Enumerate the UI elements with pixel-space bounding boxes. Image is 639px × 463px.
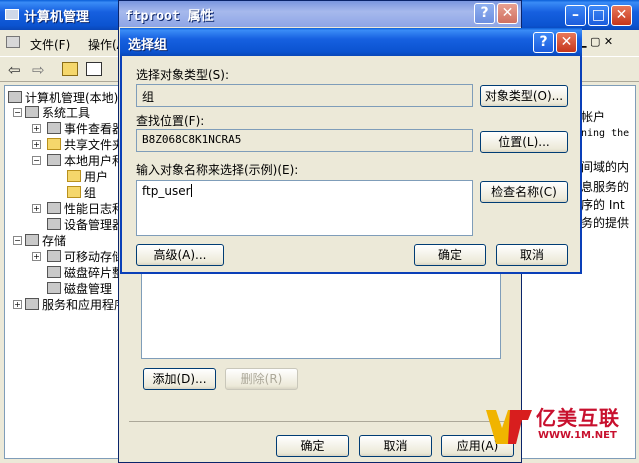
back-icon[interactable]: ⇦	[8, 61, 21, 79]
folder-icon	[67, 186, 81, 198]
right-text-line: 息服务的	[581, 180, 630, 194]
main-title: 计算机管理	[24, 10, 90, 25]
add-button[interactable]: 添加(D)...	[143, 368, 216, 390]
tree-system-tools[interactable]: 系统工具	[25, 104, 90, 121]
maximize-button[interactable]: □	[588, 5, 609, 26]
close-button[interactable]: ✕	[556, 32, 577, 53]
properties-cancel-button[interactable]: 取消	[359, 435, 432, 457]
tree-event-viewer-label: 事件查看器	[64, 122, 125, 136]
enter-names-label: 输入对象名称来选择(示例)(E):	[136, 163, 299, 177]
help-button[interactable]: ?	[474, 3, 495, 24]
expand-icon[interactable]: +	[32, 252, 41, 261]
tree-users-label: 用户	[84, 170, 109, 184]
system-menu-icon[interactable]	[6, 36, 20, 48]
tree-removable-label: 可移动存储	[64, 250, 125, 264]
collapse-icon[interactable]: −	[32, 156, 41, 165]
close-button[interactable]: ✕	[611, 5, 632, 26]
right-text-line: 帐户	[581, 110, 606, 124]
expand-icon[interactable]: +	[32, 140, 41, 149]
select-groups-dialog: 选择组 ? ✕ 选择对象类型(S): 组 对象类型(O)... 查找位置(F):…	[120, 28, 582, 274]
location-label: 查找位置(F):	[136, 114, 205, 128]
tree-disk-mgmt[interactable]: 磁盘管理	[47, 280, 112, 297]
tree-device-manager[interactable]: 设备管理器	[47, 216, 124, 233]
users-icon	[47, 154, 61, 166]
disk-icon	[47, 282, 61, 294]
perf-logs-icon	[47, 202, 61, 214]
tree-pane: 计算机管理(本地) − 系统工具 + 事件查看器 + 共享文件夹 − 本地用户和…	[4, 85, 132, 459]
remove-button[interactable]: 删除(R)	[225, 368, 298, 390]
forward-icon[interactable]: ⇨	[32, 61, 45, 79]
tree-shared-folders-label: 共享文件夹	[64, 138, 125, 152]
computer-icon	[8, 91, 22, 103]
tree-groups[interactable]: 组	[67, 184, 96, 201]
services-icon	[25, 298, 39, 310]
folder-icon	[67, 170, 81, 182]
advanced-button[interactable]: 高级(A)...	[136, 244, 224, 266]
tree-users[interactable]: 用户	[67, 168, 108, 185]
right-text-line: 间域的内	[581, 160, 630, 174]
locations-button[interactable]: 位置(L)...	[480, 131, 568, 153]
object-types-button[interactable]: 对象类型(O)...	[480, 85, 568, 107]
watermark-brand: 亿美互联	[536, 406, 620, 430]
tree-root-label: 计算机管理(本地)	[25, 91, 119, 105]
right-text-line: 务的提供	[581, 216, 630, 230]
tree-shared-folders[interactable]: 共享文件夹	[47, 136, 124, 153]
dialog-cancel-button[interactable]: 取消	[496, 244, 568, 266]
tree-event-viewer[interactable]: 事件查看器	[47, 120, 124, 137]
expand-icon[interactable]: +	[32, 204, 41, 213]
tree-disk-mgmt-label: 磁盘管理	[64, 282, 113, 296]
computer-icon	[5, 9, 19, 20]
tree-services[interactable]: 服务和应用程序	[25, 296, 126, 313]
show-tree-icon[interactable]	[86, 62, 102, 76]
location-field: B8Z068C8K1NCRA5	[136, 129, 473, 152]
collapse-icon[interactable]: −	[13, 108, 22, 117]
defrag-icon	[47, 266, 61, 278]
up-folder-icon[interactable]	[62, 62, 78, 76]
watermark-url: WWW.1M.NET	[538, 430, 617, 441]
tree-groups-label: 组	[84, 186, 97, 200]
members-list[interactable]	[141, 271, 501, 359]
shared-folder-icon	[47, 138, 61, 150]
object-names-input[interactable]: ftp_user	[136, 180, 473, 236]
object-type-label: 选择对象类型(S):	[136, 68, 230, 82]
mdi-controls[interactable]: ▁ ▢ ✕	[578, 35, 613, 48]
removable-storage-icon	[47, 250, 61, 262]
properties-ok-button[interactable]: 确定	[276, 435, 349, 457]
collapse-icon[interactable]: −	[13, 236, 22, 245]
watermark-logo-icon	[486, 410, 532, 444]
tree-removable[interactable]: 可移动存储	[47, 248, 124, 265]
text-cursor	[190, 184, 192, 197]
storage-icon	[25, 234, 39, 246]
check-names-button[interactable]: 检查名称(C)	[480, 181, 568, 203]
tree-device-manager-label: 设备管理器	[64, 218, 125, 232]
help-button[interactable]: ?	[533, 32, 554, 53]
tools-icon	[25, 106, 39, 118]
tree-system-tools-label: 系统工具	[42, 106, 91, 120]
tree-services-label: 服务和应用程序	[42, 298, 127, 312]
menu-file[interactable]: 文件(F)	[30, 36, 70, 53]
object-type-field: 组	[136, 84, 473, 107]
properties-title: ftproot 属性	[125, 9, 214, 24]
right-text-line: ning the	[581, 128, 630, 139]
object-names-text: ftp_user	[142, 184, 191, 198]
right-text-line: 序的 Int	[581, 198, 625, 212]
dialog-ok-button[interactable]: 确定	[414, 244, 486, 266]
close-button[interactable]: ✕	[497, 3, 518, 24]
tree-storage[interactable]: 存储	[25, 232, 66, 249]
minimize-button[interactable]: –	[565, 5, 586, 26]
dialog-title: 选择组	[128, 38, 168, 53]
properties-divider	[129, 421, 511, 422]
tree-storage-label: 存储	[42, 234, 67, 248]
watermark: 亿美互联 WWW.1M.NET	[484, 400, 636, 458]
device-manager-icon	[47, 218, 61, 230]
expand-icon[interactable]: +	[32, 124, 41, 133]
event-viewer-icon	[47, 122, 61, 134]
expand-icon[interactable]: +	[13, 300, 22, 309]
properties-titlebar: ftproot 属性 ? ✕	[119, 1, 521, 27]
dialog-titlebar: 选择组 ? ✕	[120, 28, 582, 56]
